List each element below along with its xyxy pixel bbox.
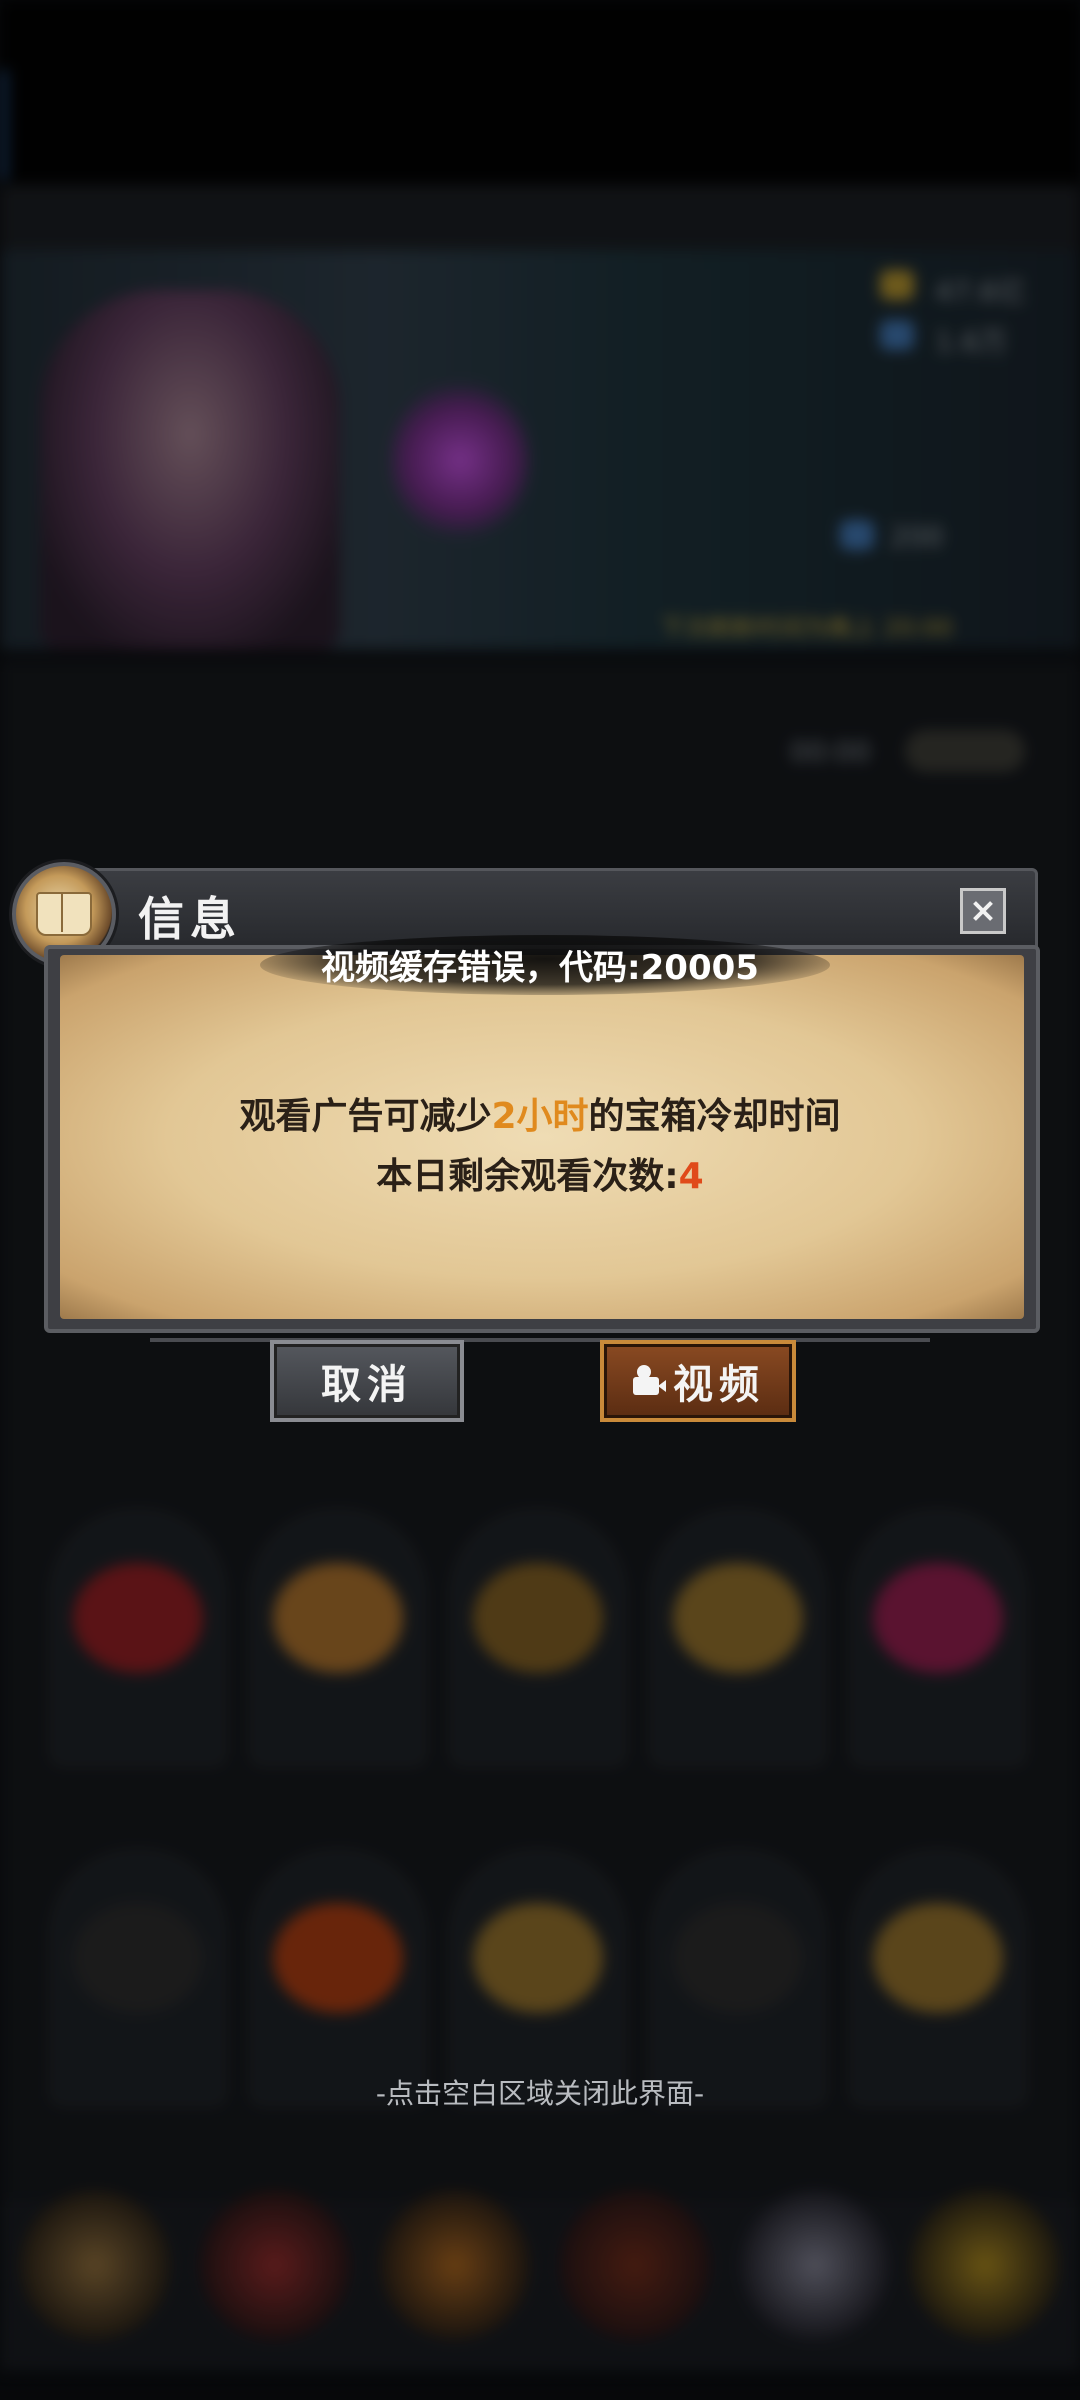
remaining-label: 本日剩余观看次数: <box>376 1156 679 1197</box>
video-camera-icon <box>631 1365 666 1397</box>
error-message: 视频缓存错误，代码:20005 <box>321 948 759 988</box>
cancel-label: 取消 <box>321 1362 413 1408</box>
book-spine <box>61 892 63 932</box>
video-label: 视频 <box>673 1362 765 1408</box>
remaining-views-message: 本日剩余观看次数:4 <box>0 1147 1080 1199</box>
book-pages <box>36 892 92 936</box>
dialog-bottom-trim <box>150 1338 930 1394</box>
remaining-count: 4 <box>678 1156 704 1197</box>
message-prefix: 观看广告可减少 <box>239 1096 492 1137</box>
cancel-button[interactable]: 取消 <box>270 1340 464 1422</box>
ad-reward-message: 观看广告可减少2小时的宝箱冷却时间 <box>0 1087 1080 1139</box>
message-suffix: 的宝箱冷却时间 <box>588 1096 841 1137</box>
close-button[interactable] <box>960 888 1006 934</box>
close-hint: -点击空白区域关闭此界面- <box>375 2077 705 2110</box>
watch-video-button[interactable]: 视频 <box>600 1340 796 1422</box>
reward-duration: 2小时 <box>491 1096 589 1137</box>
